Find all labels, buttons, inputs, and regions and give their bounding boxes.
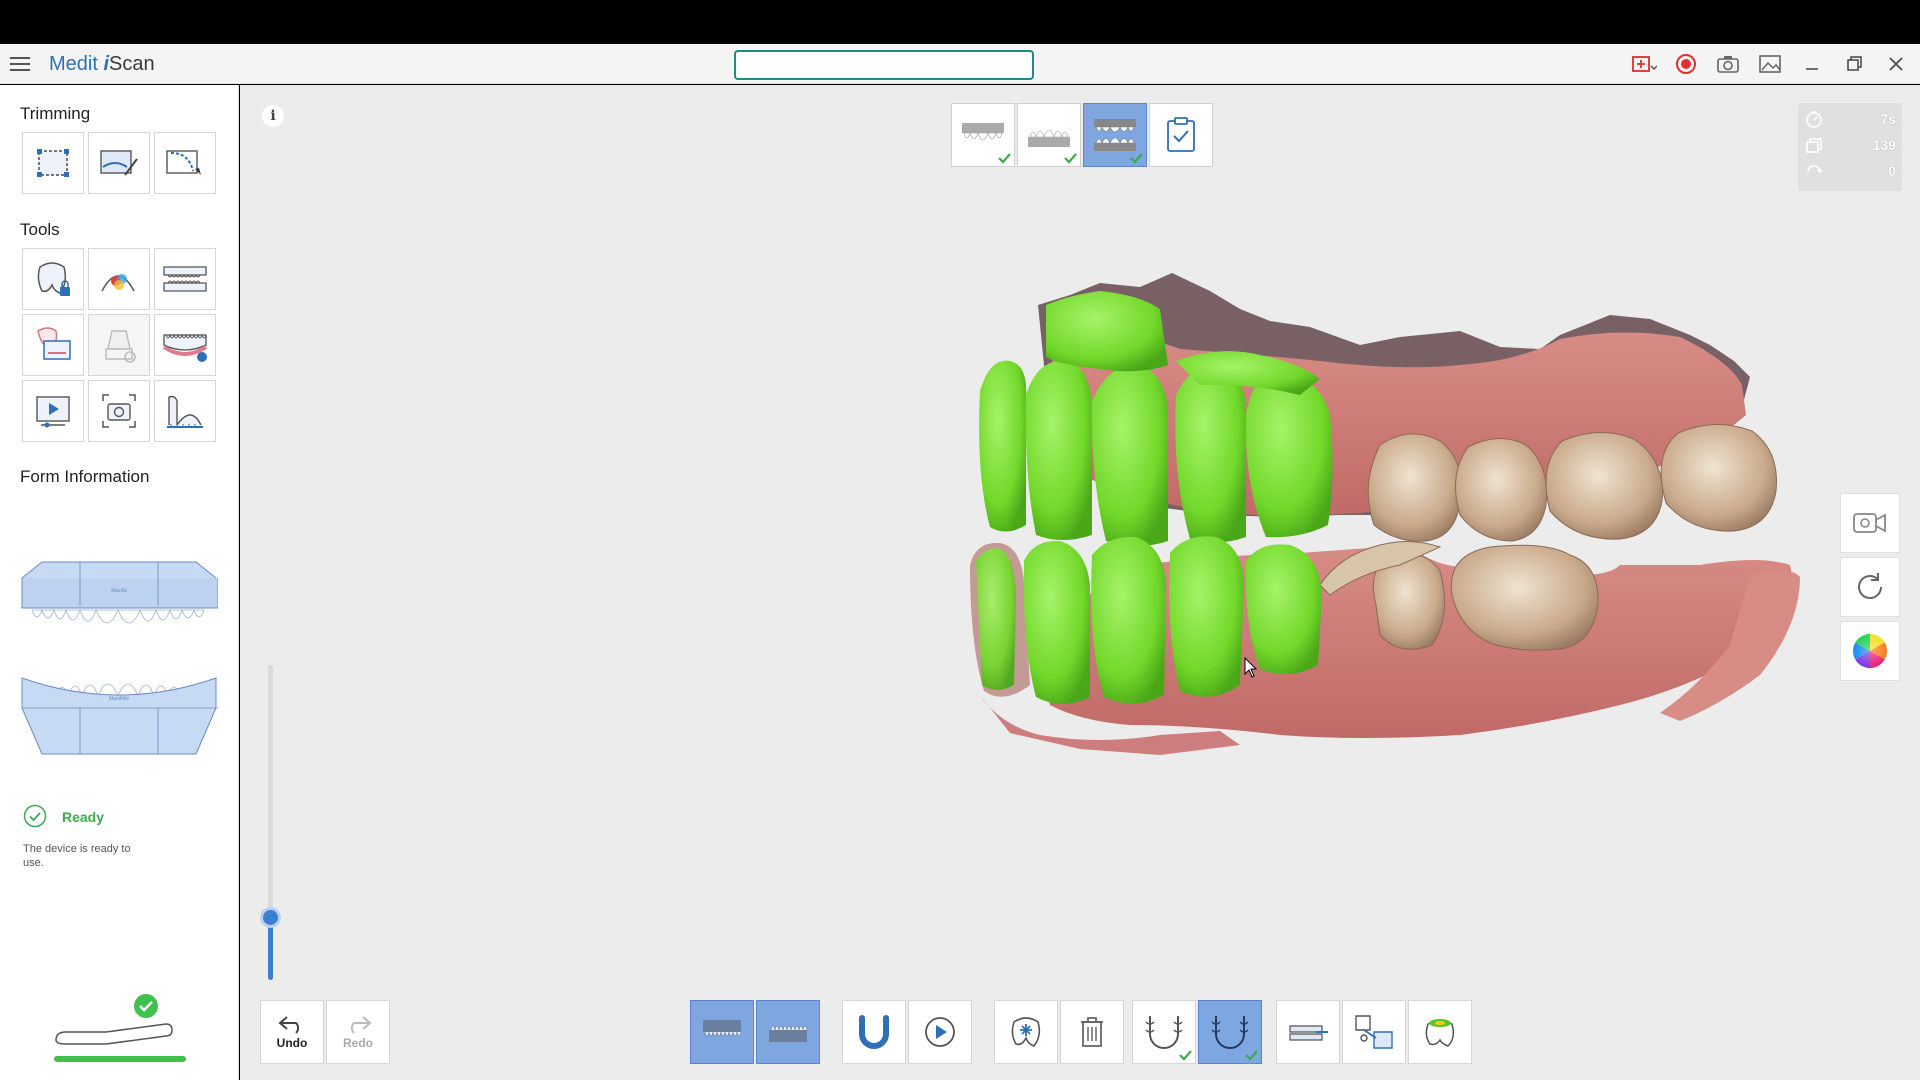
- lower-jaw-icon: [769, 1025, 808, 1042]
- status-description: The device is ready to use.: [23, 843, 131, 869]
- lower-jaw-view-button[interactable]: [756, 1000, 820, 1064]
- arch-select-group: [1132, 1000, 1262, 1064]
- left-sidebar: Trimming Tools Form Information Maxilla …: [0, 85, 239, 1080]
- align-data-button[interactable]: [1342, 1000, 1406, 1064]
- tools-grid: [22, 248, 216, 442]
- 3d-viewport[interactable]: i 7s 139 0 Undo Redo: [240, 85, 1920, 1080]
- abutment-icon[interactable]: [88, 314, 150, 376]
- close-icon[interactable]: [1882, 50, 1910, 78]
- upper-jaw-view-button[interactable]: [690, 1000, 754, 1064]
- tools-title: Tools: [20, 220, 60, 239]
- lower-arch-icon: [1211, 1016, 1249, 1049]
- titlebar-controls: [1630, 50, 1910, 78]
- stat-rotations: 0: [1804, 161, 1896, 181]
- analysis-group: [1276, 1000, 1472, 1064]
- trimming-tools: [22, 132, 216, 194]
- gingiva-lock-icon[interactable]: [154, 314, 216, 376]
- redo-button[interactable]: Redo: [326, 1000, 390, 1064]
- stage-mandible[interactable]: [1017, 103, 1081, 167]
- minimize-icon[interactable]: [1798, 50, 1826, 78]
- ready-check-icon: [23, 804, 47, 828]
- top-black-bar: [0, 0, 1920, 44]
- upper-arch-select-button[interactable]: [1132, 1000, 1196, 1064]
- arch-view-button[interactable]: [842, 1000, 906, 1064]
- restore-icon[interactable]: [1840, 50, 1868, 78]
- lower-arch-select-button[interactable]: [1198, 1000, 1262, 1064]
- svg-text:Maxilla: Maxilla: [111, 588, 127, 594]
- trash-icon: [1081, 1017, 1103, 1047]
- undo-icon: [278, 1016, 300, 1034]
- delete-button[interactable]: [1060, 1000, 1124, 1064]
- clean-up-button[interactable]: [994, 1000, 1058, 1064]
- jaw-view-group: [690, 1000, 820, 1064]
- mandible-form-image: Mandible: [21, 677, 218, 755]
- scanner-device-icon: [54, 994, 186, 1062]
- play-icon: [925, 1017, 955, 1047]
- edit-group: [994, 1000, 1124, 1064]
- trim-rectangle-icon[interactable]: [22, 132, 84, 194]
- stage-occlusion[interactable]: [1083, 103, 1147, 167]
- arch-icon: [859, 1015, 889, 1049]
- 3d-dental-scan-model[interactable]: [800, 265, 1920, 805]
- upper-arch-icon: [1145, 1016, 1183, 1049]
- align-data-icon: [1355, 1015, 1393, 1049]
- video-icon[interactable]: [22, 380, 84, 442]
- image-icon[interactable]: [1756, 50, 1784, 78]
- tooth-clean-icon: [1011, 1017, 1041, 1047]
- margin-lock-icon[interactable]: [22, 314, 84, 376]
- playback-group: [842, 1000, 972, 1064]
- occlusion-analysis-button[interactable]: [1408, 1000, 1472, 1064]
- form-information-title: Form Information: [20, 467, 150, 486]
- status-label: Ready: [62, 809, 105, 825]
- record-icon[interactable]: [1672, 50, 1700, 78]
- scan-stage-bar: [951, 103, 1213, 167]
- app-window: Medit iScan Trimming Tools Form Informat…: [0, 0, 1920, 1080]
- svg-text:Mandible: Mandible: [109, 696, 130, 702]
- trim-brush-icon[interactable]: [154, 132, 216, 194]
- bite-alignment-button[interactable]: [1276, 1000, 1340, 1064]
- occlusion-icon[interactable]: [154, 248, 216, 310]
- slider-knob[interactable]: [260, 907, 281, 928]
- scan-mode-icon[interactable]: [1630, 50, 1658, 78]
- camera-icon[interactable]: [1714, 50, 1742, 78]
- measure-icon[interactable]: [154, 380, 216, 442]
- bite-alignment-icon: [1289, 1025, 1328, 1041]
- undo-button[interactable]: Undo: [260, 1000, 324, 1064]
- maxilla-form-image: Maxilla: [21, 561, 218, 624]
- occlusion-analysis-icon: [1425, 1019, 1455, 1047]
- timer-icon: [1806, 111, 1822, 128]
- tooth-lock-icon[interactable]: [22, 248, 84, 310]
- trim-lasso-icon[interactable]: [88, 132, 150, 194]
- color-filter-icon[interactable]: [88, 248, 150, 310]
- redo-icon: [350, 1016, 372, 1034]
- app-logo: Medit iScan: [49, 53, 155, 75]
- mouse-cursor-icon: [1244, 657, 1258, 678]
- trimming-title: Trimming: [20, 104, 91, 123]
- title-bar: Medit iScan: [0, 44, 1920, 84]
- photo-icon[interactable]: [88, 380, 150, 442]
- scan-stats-panel: 7s 139 0: [1798, 103, 1902, 191]
- info-icon[interactable]: i: [262, 105, 284, 127]
- frames-icon: [1806, 138, 1822, 153]
- stage-review[interactable]: [1149, 103, 1213, 167]
- patient-name-input[interactable]: [734, 50, 1034, 80]
- stat-count: 139: [1804, 135, 1896, 155]
- rotation-icon: [1807, 165, 1823, 174]
- stage-maxilla[interactable]: [951, 103, 1015, 167]
- scan-depth-slider[interactable]: [260, 665, 281, 980]
- stat-time: 7s: [1804, 109, 1896, 129]
- play-button[interactable]: [908, 1000, 972, 1064]
- upper-jaw-icon: [703, 1020, 742, 1037]
- hamburger-menu-icon[interactable]: [10, 54, 32, 74]
